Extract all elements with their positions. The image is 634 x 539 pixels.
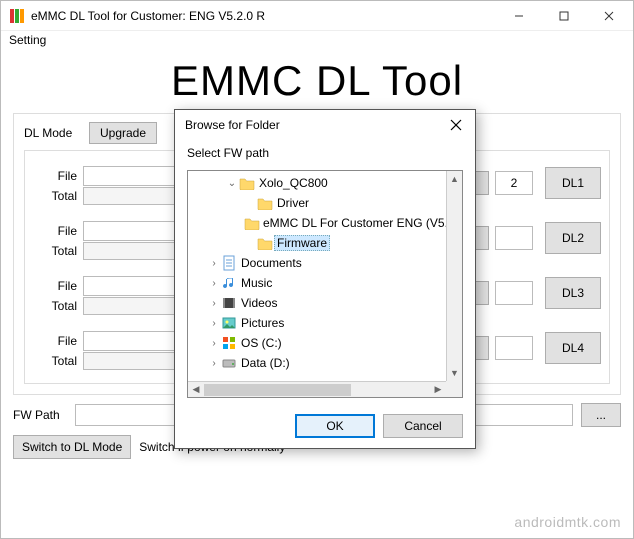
file-label: File [33, 224, 83, 238]
dl4-button[interactable]: DL4 [545, 332, 601, 364]
tree-item-label: Videos [238, 295, 280, 311]
dialog-prompt: Select FW path [187, 146, 463, 160]
file-label: File [33, 279, 83, 293]
dl2-button[interactable]: DL2 [545, 222, 601, 254]
tree-item-label: OS (C:) [238, 335, 285, 351]
port-box-4 [495, 336, 533, 360]
expand-arrow-icon[interactable]: › [208, 278, 220, 289]
tree-item[interactable]: eMMC DL For Customer ENG (V5.2.0 [190, 213, 444, 233]
hscroll-thumb[interactable] [204, 384, 351, 396]
ok-button[interactable]: OK [295, 414, 375, 438]
app-icon [9, 8, 25, 24]
expand-arrow-icon[interactable]: ⌄ [226, 178, 238, 189]
port-box-3 [495, 281, 533, 305]
tree-hscrollbar[interactable]: ◀ ▶ [188, 381, 446, 397]
tree-item-label: Driver [274, 195, 312, 211]
tree-item[interactable]: › Music [190, 273, 444, 293]
upgrade-button[interactable]: Upgrade [89, 122, 157, 144]
tree-item-label: Music [238, 275, 275, 291]
tree-vscrollbar[interactable]: ▲ ▼ [446, 171, 462, 381]
maximize-button[interactable] [541, 1, 586, 31]
fw-path-label: FW Path [13, 408, 67, 422]
scroll-left-icon[interactable]: ◀ [188, 382, 204, 397]
fw-path-browse-button[interactable]: ... [581, 403, 621, 427]
tree-item[interactable]: Driver [190, 193, 444, 213]
dl-mode-label: DL Mode [24, 126, 79, 140]
tree-item[interactable]: › Data (D:) [190, 353, 444, 373]
expand-arrow-icon[interactable]: › [208, 358, 220, 369]
expand-arrow-icon[interactable]: › [208, 338, 220, 349]
window-title: eMMC DL Tool for Customer: ENG V5.2.0 R [31, 9, 496, 23]
port-box-1: 2 [495, 171, 533, 195]
video-icon [220, 295, 238, 311]
dl1-button[interactable]: DL1 [545, 167, 601, 199]
tree-item[interactable]: › Videos [190, 293, 444, 313]
total-label: Total [33, 189, 83, 203]
tree-item-label: Xolo_QC800 [256, 175, 331, 191]
menu-setting[interactable]: Setting [9, 33, 46, 47]
close-button[interactable] [586, 1, 631, 31]
file-label: File [33, 169, 83, 183]
scroll-up-icon[interactable]: ▲ [447, 171, 462, 187]
scroll-down-icon[interactable]: ▼ [447, 365, 462, 381]
cancel-button[interactable]: Cancel [383, 414, 463, 438]
tree-item[interactable]: › Pictures [190, 313, 444, 333]
total-label: Total [33, 244, 83, 258]
folder-icon [256, 237, 274, 250]
expand-arrow-icon[interactable]: › [208, 298, 220, 309]
switch-mode-button[interactable]: Switch to DL Mode [13, 435, 131, 459]
tree-item[interactable]: › Documents [190, 253, 444, 273]
doc-icon [220, 255, 238, 271]
dialog-title: Browse for Folder [185, 118, 441, 132]
app-window: eMMC DL Tool for Customer: ENG V5.2.0 R … [0, 0, 634, 539]
titlebar: eMMC DL Tool for Customer: ENG V5.2.0 R [1, 1, 633, 31]
dialog-close-button[interactable] [441, 112, 471, 138]
tree-item[interactable]: Firmware [190, 233, 444, 253]
browse-folder-dialog: Browse for Folder Select FW path ⌄ Xolo_Q… [174, 109, 476, 449]
tree-item-label: eMMC DL For Customer ENG (V5.2.0 [260, 215, 446, 231]
expand-arrow-icon[interactable]: › [208, 258, 220, 269]
minimize-button[interactable] [496, 1, 541, 31]
tree-item[interactable]: › OS (C:) [190, 333, 444, 353]
folder-icon [244, 217, 260, 230]
main-title: EMMC DL Tool [13, 57, 621, 105]
dl3-button[interactable]: DL3 [545, 277, 601, 309]
file-label: File [33, 334, 83, 348]
folder-tree: ⌄ Xolo_QC800 Driver eMMC DL For Customer EN… [187, 170, 463, 398]
scroll-corner [446, 381, 462, 397]
drive-icon [220, 355, 238, 371]
tree-item[interactable]: ⌄ Xolo_QC800 [190, 173, 444, 193]
watermark: androidmtk.com [514, 514, 621, 530]
dialog-titlebar: Browse for Folder [175, 110, 475, 140]
tree-item-label: Documents [238, 255, 305, 271]
pic-icon [220, 315, 238, 331]
tree-item-label: Data (D:) [238, 355, 293, 371]
menubar: Setting [1, 31, 633, 51]
tree-item-label: Firmware [274, 235, 330, 251]
tree-item-label: Pictures [238, 315, 287, 331]
folder-icon [238, 177, 256, 190]
total-label: Total [33, 299, 83, 313]
os-icon [220, 335, 238, 351]
total-label: Total [33, 354, 83, 368]
folder-icon [256, 197, 274, 210]
expand-arrow-icon[interactable]: › [208, 318, 220, 329]
scroll-right-icon[interactable]: ▶ [430, 382, 446, 397]
music-icon [220, 275, 238, 291]
port-box-2 [495, 226, 533, 250]
